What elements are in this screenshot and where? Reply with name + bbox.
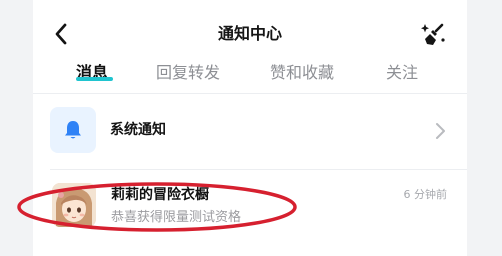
tab-replies-forwards[interactable]: 回复转发 [156,60,220,86]
tabs-divider [33,93,467,94]
system-notice-row[interactable]: 系统通知 [33,107,467,155]
message-time: 6 分钟前 [403,188,448,201]
system-notice-icon-box [50,107,96,153]
page-title: 通知中心 [217,24,282,43]
tab-follows[interactable]: 关注 [386,60,418,86]
chevron-right-icon [436,123,445,139]
message-row[interactable]: 莉莉的冒险衣橱 恭喜获得限量测试资格 6 分钟前 [33,183,467,233]
bell-icon [65,121,81,139]
message-subtitle: 恭喜获得限量测试资格 [111,210,242,225]
notification-center-panel: 通知中心 消息 回复转发 赞和收藏 关注 系统通知 莉莉的冒险衣橱 恭喜获得限量… [33,0,467,256]
tab-likes-favorites[interactable]: 赞和收藏 [270,60,334,86]
tab-messages[interactable]: 消息 [76,60,108,86]
broom-sparkle-icon [421,23,445,45]
tab-bar: 消息 回复转发 赞和收藏 关注 [33,60,467,90]
row-divider [50,169,467,170]
system-notice-label: 系统通知 [110,122,166,138]
clear-notifications-button[interactable] [419,20,447,48]
active-tab-indicator [76,77,113,81]
avatar [52,183,96,227]
cartoon-girl-avatar [52,183,96,227]
message-title: 莉莉的冒险衣橱 [111,187,209,203]
